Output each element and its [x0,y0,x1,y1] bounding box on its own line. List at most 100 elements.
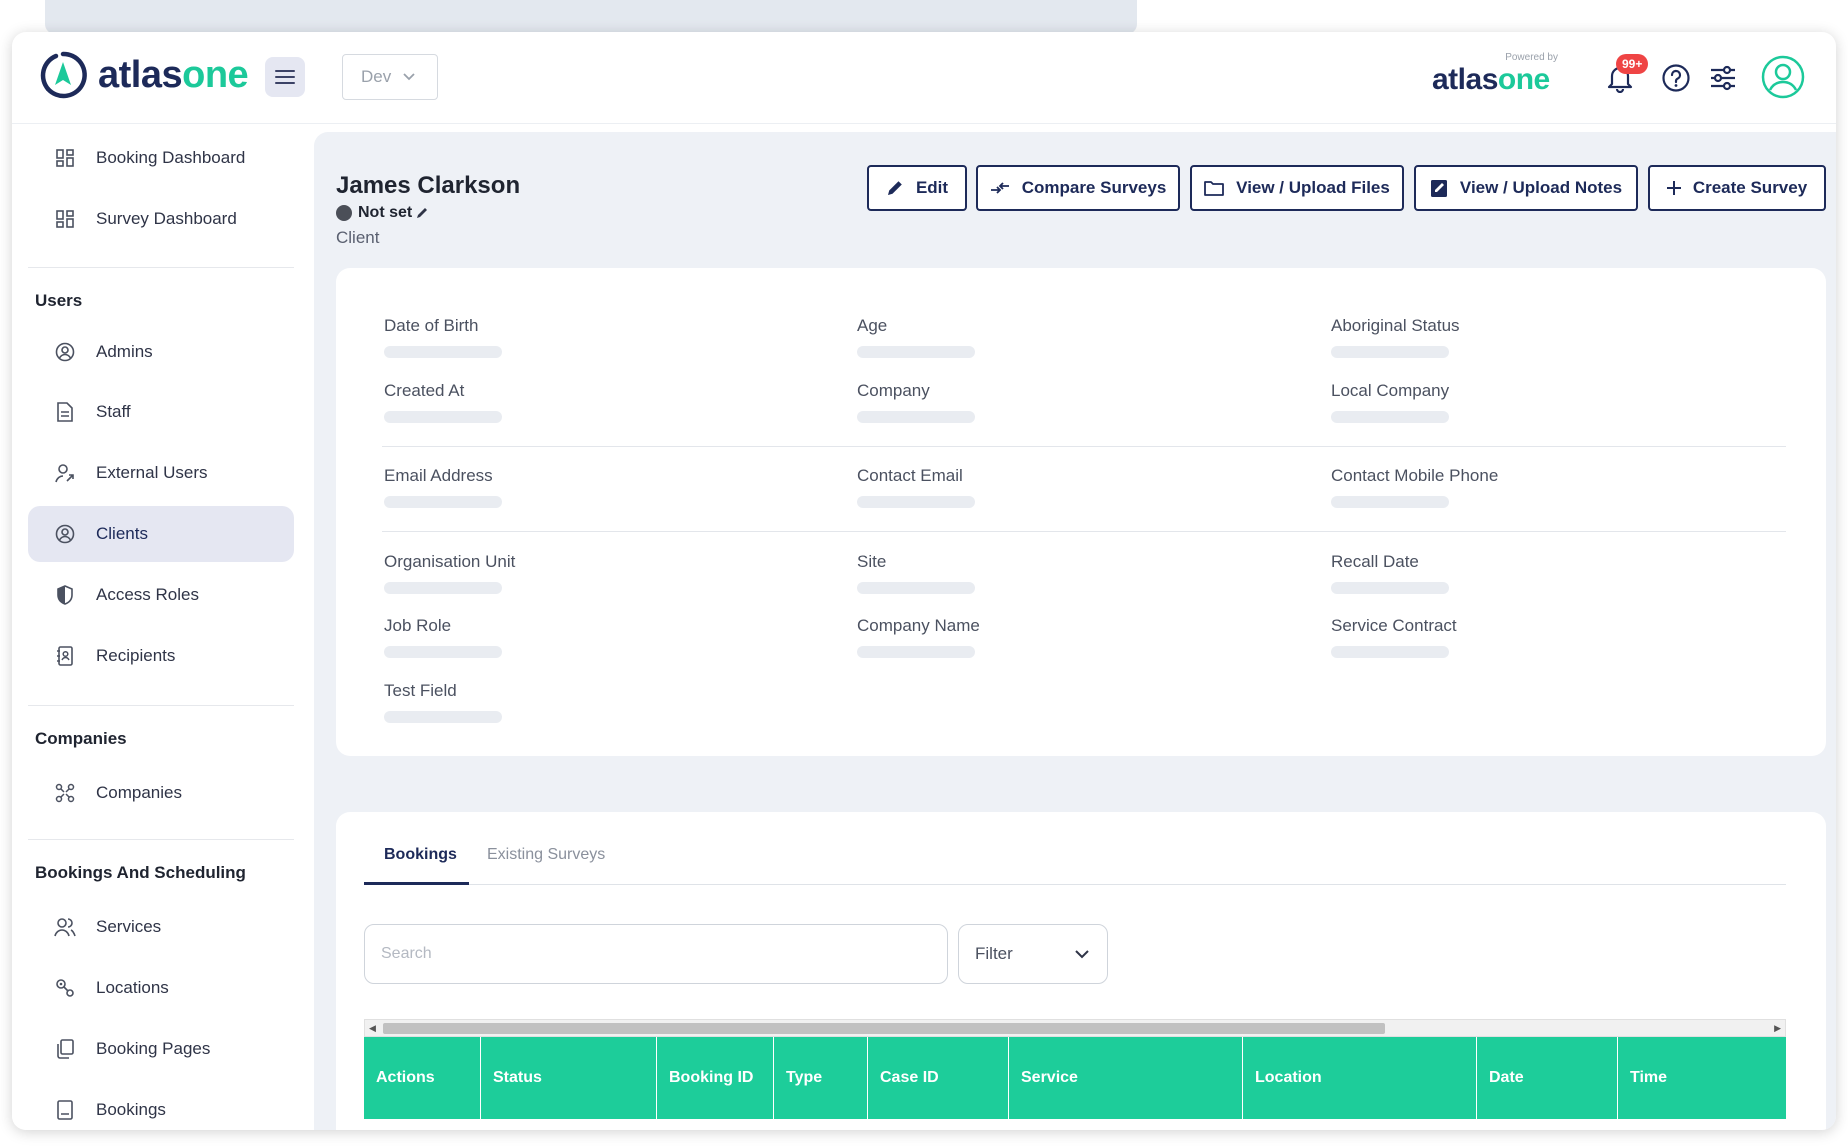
field-contact-email: Contact Email [857,466,975,508]
value-skeleton [857,646,975,658]
help-circle-icon [1662,64,1690,92]
sidebar-item-label: Companies [96,783,182,802]
sidebar-divider [28,705,294,706]
sidebar-item-survey-dashboard[interactable]: Survey Dashboard [28,191,294,247]
sidebar-item-label: Booking Dashboard [96,148,246,167]
sidebar-item-staff[interactable]: Staff [28,384,294,440]
sidebar-item-external-users[interactable]: External Users [28,445,294,501]
user-arrow-icon [54,462,76,484]
tab-existing-surveys[interactable]: Existing Surveys [487,846,605,864]
app-logo[interactable]: atlasone [38,50,249,100]
column-header-case-id[interactable]: Case ID [868,1037,1009,1119]
chevron-down-icon [1075,949,1089,958]
pages-icon [54,1038,76,1060]
view-upload-files-button[interactable]: View / Upload Files [1190,165,1404,211]
column-header-time[interactable]: Time [1618,1037,1786,1119]
value-skeleton [384,411,502,423]
tab-bookings[interactable]: Bookings [384,846,457,864]
field-company: Company [857,381,975,423]
user-avatar-button[interactable] [1760,54,1806,100]
sidebar-item-recipients[interactable]: Recipients [28,628,294,684]
column-header-status[interactable]: Status [481,1037,657,1119]
sidebar-item-locations[interactable]: Locations [28,960,294,1016]
sidebar-item-booking-pages[interactable]: Booking Pages [28,1021,294,1077]
sidebar-item-clients[interactable]: Clients [28,506,294,562]
shield-icon [54,584,76,606]
menu-toggle-button[interactable] [265,57,305,97]
sidebar-item-label: Survey Dashboard [96,209,237,228]
view-upload-files-label: View / Upload Files [1236,178,1390,197]
value-skeleton [1331,346,1449,358]
horizontal-scrollbar[interactable]: ◀ ▶ [364,1019,1786,1037]
help-button[interactable] [1658,60,1694,96]
sidebar-divider [28,839,294,840]
pencil-icon[interactable] [415,206,429,220]
sidebar: Booking Dashboard Survey Dashboard Users… [12,124,314,1130]
field-company-name: Company Name [857,616,980,658]
environment-select[interactable]: Dev [342,54,438,100]
search-input[interactable] [364,924,948,984]
field-aboriginal-status: Aboriginal Status [1331,316,1460,358]
value-skeleton [857,582,975,594]
pencil-icon [886,179,904,197]
value-skeleton [857,411,975,423]
value-skeleton [384,346,502,358]
sidebar-item-label: Clients [96,524,148,543]
sidebar-item-booking-dashboard[interactable]: Booking Dashboard [28,130,294,186]
dashboard-icon [54,208,76,230]
column-header-location[interactable]: Location [1243,1037,1477,1119]
sidebar-divider [28,267,294,268]
dashboard-icon [54,147,76,169]
value-skeleton [857,496,975,508]
field-contact-mobile-phone: Contact Mobile Phone [1331,466,1498,508]
create-survey-label: Create Survey [1692,178,1808,197]
sidebar-item-bookings[interactable]: Bookings [28,1082,294,1130]
field-service-contract: Service Contract [1331,616,1457,658]
value-skeleton [1331,496,1449,508]
sidebar-item-label: Services [96,917,162,936]
status-dot [336,205,352,221]
filter-label: Filter [975,944,1013,963]
sidebar-item-admins[interactable]: Admins [28,324,294,380]
column-header-date[interactable]: Date [1477,1037,1618,1119]
value-skeleton [384,711,502,723]
client-status: Not set [336,204,429,222]
create-survey-button[interactable]: Create Survey [1648,165,1826,211]
main-content: James Clarkson Not set Client Edit Compa… [314,132,1836,1130]
field-created-at: Created At [384,381,502,423]
field-age: Age [857,316,975,358]
field-site: Site [857,552,975,594]
column-header-actions[interactable]: Actions [364,1037,481,1119]
user-avatar-icon [1761,55,1805,99]
column-header-booking-id[interactable]: Booking ID [657,1037,774,1119]
sidebar-item-services[interactable]: Services [28,899,294,955]
filter-select[interactable]: Filter [958,924,1108,984]
sliders-icon [1711,65,1735,91]
scroll-right-arrow-icon[interactable]: ▶ [1774,1023,1781,1034]
scrollbar-thumb[interactable] [383,1023,1385,1034]
value-skeleton [384,646,502,658]
sidebar-item-label: Staff [96,402,131,421]
settings-button[interactable] [1705,60,1741,96]
sidebar-item-companies[interactable]: Companies [28,765,294,821]
compare-surveys-button[interactable]: Compare Surveys [976,165,1180,211]
chevron-down-icon [403,73,415,81]
field-organisation-unit: Organisation Unit [384,552,515,594]
active-tab-indicator [364,882,469,885]
edit-button[interactable]: Edit [867,165,967,211]
scroll-left-arrow-icon[interactable]: ◀ [369,1023,376,1034]
section-title-companies: Companies [35,729,127,748]
sidebar-item-label: Locations [96,978,169,997]
column-header-type[interactable]: Type [774,1037,868,1119]
network-icon [54,782,76,804]
compare-surveys-label: Compare Surveys [1021,178,1167,197]
client-details-card: Date of Birth Age Aboriginal Status Crea… [336,268,1826,756]
column-header-service[interactable]: Service [1009,1037,1243,1119]
section-title-bookings: Bookings And Scheduling [35,863,246,882]
sidebar-item-access-roles[interactable]: Access Roles [28,567,294,623]
field-job-role: Job Role [384,616,502,658]
status-text: Not set [358,204,413,221]
view-upload-notes-button[interactable]: View / Upload Notes [1414,165,1638,211]
section-divider [382,446,1786,447]
value-skeleton [384,496,502,508]
